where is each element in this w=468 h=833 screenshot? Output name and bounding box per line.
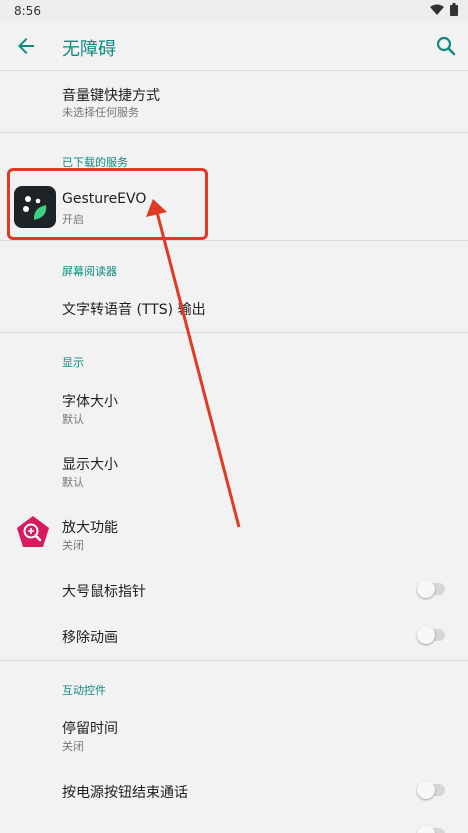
search-icon[interactable] [434,34,458,58]
display-size-summary: 默认 [62,476,84,489]
dwell-time-summary: 关闭 [62,740,84,753]
magnification-icon [17,516,49,547]
magnification-title: 放大功能 [62,520,118,536]
screen-reader-header: 屏幕阅读器 [62,265,117,278]
large-pointer-title: 大号鼠标指针 [62,584,146,600]
divider [0,132,468,133]
font-size-title: 字体大小 [62,394,118,410]
arrow-back-icon[interactable] [14,34,38,58]
wifi-icon [430,4,444,15]
interaction-controls-header: 互动控件 [62,684,106,697]
page-title: 无障碍 [62,39,116,60]
annotation-highlight-box [7,168,208,240]
power-ends-call-title: 按电源按钮结束通话 [62,785,188,801]
status-icons [430,3,458,16]
status-bar: 8:56 [0,0,468,22]
tts-output-title: 文字转语音 (TTS) 输出 [62,302,206,318]
app-bar: 无障碍 [0,22,468,71]
magnification-item[interactable]: 放大功能 关闭 [0,503,468,563]
dwell-time-title: 停留时间 [62,721,118,737]
divider [0,660,468,661]
remove-animations-item[interactable]: 移除动画 [0,612,468,658]
volume-shortcut-title: 音量键快捷方式 [62,88,160,104]
status-time: 8:56 [14,4,41,18]
divider [0,332,468,333]
dwell-time-item[interactable]: 停留时间 关闭 [0,704,468,764]
battery-icon [450,3,458,16]
display-size-title: 显示大小 [62,457,118,473]
volume-shortcut-item[interactable]: 音量键快捷方式 未选择任何服务 [0,72,468,132]
font-size-item[interactable]: 字体大小 默认 [0,376,468,436]
large-pointer-toggle[interactable] [417,580,445,598]
magnification-summary: 关闭 [62,539,84,552]
power-ends-call-toggle[interactable] [417,781,445,799]
divider [0,240,468,241]
large-pointer-item[interactable]: 大号鼠标指针 [0,566,468,612]
power-ends-call-item[interactable]: 按电源按钮结束通话 [0,766,468,814]
remove-animations-title: 移除动画 [62,630,118,646]
next-item-toggle[interactable] [417,825,445,833]
tts-output-item[interactable]: 文字转语音 (TTS) 输出 [0,284,468,330]
font-size-summary: 默认 [62,413,84,426]
display-size-item[interactable]: 显示大小 默认 [0,440,468,500]
remove-animations-toggle[interactable] [417,626,445,644]
display-header: 显示 [62,356,84,369]
volume-shortcut-summary: 未选择任何服务 [62,106,139,119]
next-item-partial[interactable] [0,818,468,833]
